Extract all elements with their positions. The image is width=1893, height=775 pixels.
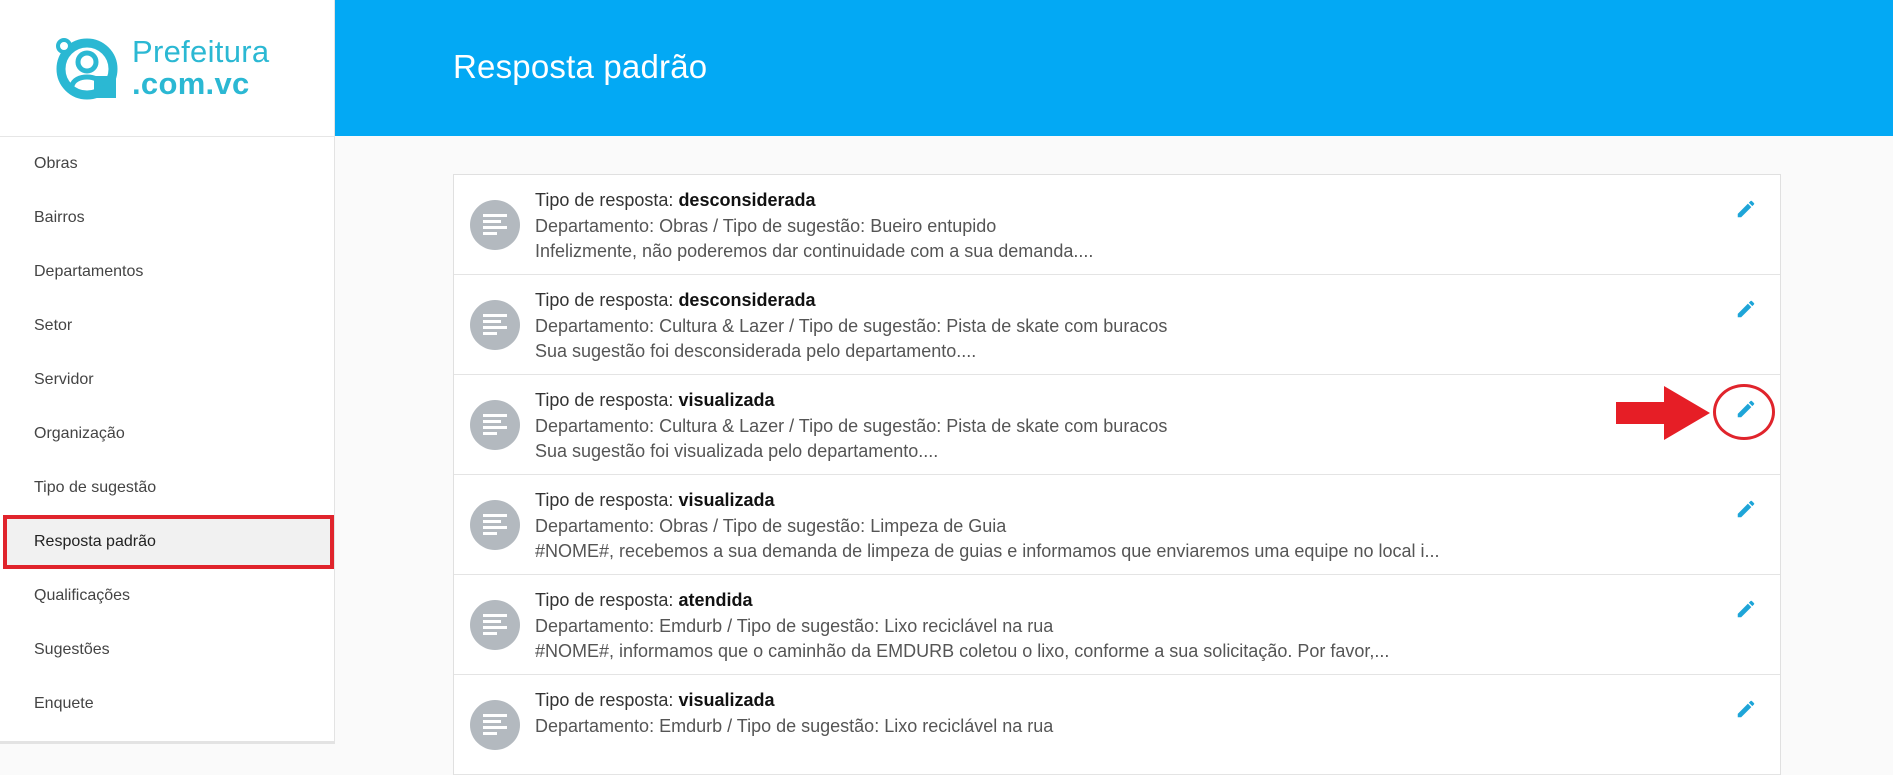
sidebar-item-setor[interactable]: Setor	[0, 299, 334, 353]
response-preview: Sua sugestão foi visualizada pelo depart…	[535, 441, 939, 461]
sidebar-item-qualificacoes[interactable]: Qualificações	[0, 569, 334, 623]
edit-button[interactable]	[1732, 195, 1760, 223]
notes-icon	[470, 600, 520, 650]
logo-icon	[56, 38, 118, 100]
sidebar-item-enquete[interactable]: Enquete	[0, 677, 334, 731]
list-item-text: Tipo de resposta: visualizada Departamen…	[535, 688, 1053, 739]
pencil-icon	[1737, 300, 1755, 318]
response-type-line: Tipo de resposta: desconsiderada	[535, 288, 1167, 314]
pencil-icon	[1737, 500, 1755, 518]
department-line: Departamento: Obras / Tipo de sugestão: …	[535, 515, 1007, 536]
department-line: Departamento: Cultura & Lazer / Tipo de …	[535, 415, 1168, 436]
list-item-text: Tipo de resposta: visualizada Departamen…	[535, 488, 1440, 565]
sidebar-item-servidor[interactable]: Servidor	[0, 353, 334, 407]
response-type-label: Tipo de resposta:	[535, 190, 674, 210]
response-type-value: atendida	[678, 590, 753, 610]
edit-button[interactable]	[1732, 695, 1760, 723]
response-type-line: Tipo de resposta: desconsiderada	[535, 188, 1093, 214]
response-type-label: Tipo de resposta:	[535, 490, 674, 510]
edit-button[interactable]	[1732, 295, 1760, 323]
notes-icon	[470, 200, 520, 250]
response-type-label: Tipo de resposta:	[535, 290, 674, 310]
response-type-line: Tipo de resposta: atendida	[535, 588, 1389, 614]
list-item[interactable]: Tipo de resposta: desconsiderada Departa…	[454, 275, 1780, 375]
response-type-value: visualizada	[678, 690, 775, 710]
sidebar-item-obras[interactable]: Obras	[0, 137, 334, 191]
notes-icon	[470, 300, 520, 350]
sidebar-item-bairros[interactable]: Bairros	[0, 191, 334, 245]
notes-icon	[470, 400, 520, 450]
page-title: Resposta padrão	[453, 48, 708, 85]
sidebar-item-tipo-de-sugestao[interactable]: Tipo de sugestão	[0, 461, 334, 515]
pencil-icon	[1737, 600, 1755, 618]
response-type-value: desconsiderada	[678, 190, 816, 210]
sidebar-item-departamentos[interactable]: Departamentos	[0, 245, 334, 299]
response-preview: Sua sugestão foi desconsiderada pelo dep…	[535, 341, 977, 361]
edit-button[interactable]	[1732, 495, 1760, 523]
response-preview: #NOME#, recebemos a sua demanda de limpe…	[535, 541, 1440, 561]
response-type-line: Tipo de resposta: visualizada	[535, 688, 1053, 714]
response-type-value: desconsiderada	[678, 290, 816, 310]
response-preview: #NOME#, informamos que o caminhão da EMD…	[535, 641, 1390, 661]
arrow-right-icon	[1616, 386, 1710, 440]
logo-text: Prefeitura .com.vc	[132, 36, 269, 100]
notes-icon	[470, 500, 520, 550]
response-type-value: visualizada	[678, 390, 775, 410]
sidebar-item-resposta-padrao[interactable]: Resposta padrão	[3, 515, 334, 569]
sidebar-item-sugestoes[interactable]: Sugestões	[0, 623, 334, 677]
list-item[interactable]: Tipo de resposta: atendida Departamento:…	[454, 575, 1780, 675]
response-preview: Infelizmente, não poderemos dar continui…	[535, 241, 1094, 261]
logo-line1: Prefeitura	[132, 34, 270, 69]
sidebar: Prefeitura .com.vc Obras Bairros Departa…	[0, 0, 335, 744]
list-item-text: Tipo de resposta: desconsiderada Departa…	[535, 188, 1093, 265]
list-item[interactable]: Tipo de resposta: visualizada Departamen…	[454, 375, 1780, 475]
list-item[interactable]: Tipo de resposta: desconsiderada Departa…	[454, 175, 1780, 275]
sidebar-nav: Obras Bairros Departamentos Setor Servid…	[0, 137, 334, 731]
logo-line2: .com.vc	[132, 66, 250, 101]
page-header: Resposta padrão	[335, 0, 1893, 136]
list-item[interactable]: Tipo de resposta: visualizada Departamen…	[454, 675, 1780, 775]
sidebar-item-organizacao[interactable]: Organização	[0, 407, 334, 461]
response-type-line: Tipo de resposta: visualizada	[535, 488, 1440, 514]
pencil-icon	[1737, 400, 1755, 418]
list-item-text: Tipo de resposta: visualizada Departamen…	[535, 388, 1167, 465]
pencil-icon	[1737, 200, 1755, 218]
list-item[interactable]: Tipo de resposta: visualizada Departamen…	[454, 475, 1780, 575]
edit-button[interactable]	[1732, 595, 1760, 623]
response-type-label: Tipo de resposta:	[535, 690, 674, 710]
response-type-label: Tipo de resposta:	[535, 590, 674, 610]
department-line: Departamento: Emdurb / Tipo de sugestão:…	[535, 615, 1054, 636]
notes-icon	[470, 700, 520, 750]
response-type-label: Tipo de resposta:	[535, 390, 674, 410]
list-item-text: Tipo de resposta: atendida Departamento:…	[535, 588, 1389, 665]
list-item-text: Tipo de resposta: desconsiderada Departa…	[535, 288, 1167, 365]
response-list: Tipo de resposta: desconsiderada Departa…	[453, 174, 1781, 775]
pencil-icon	[1737, 700, 1755, 718]
department-line: Departamento: Obras / Tipo de sugestão: …	[535, 215, 997, 236]
edit-button[interactable]	[1732, 395, 1760, 423]
logo[interactable]: Prefeitura .com.vc	[0, 0, 334, 137]
department-line: Departamento: Emdurb / Tipo de sugestão:…	[535, 715, 1054, 736]
response-type-value: visualizada	[678, 490, 775, 510]
response-type-line: Tipo de resposta: visualizada	[535, 388, 1167, 414]
department-line: Departamento: Cultura & Lazer / Tipo de …	[535, 315, 1168, 336]
